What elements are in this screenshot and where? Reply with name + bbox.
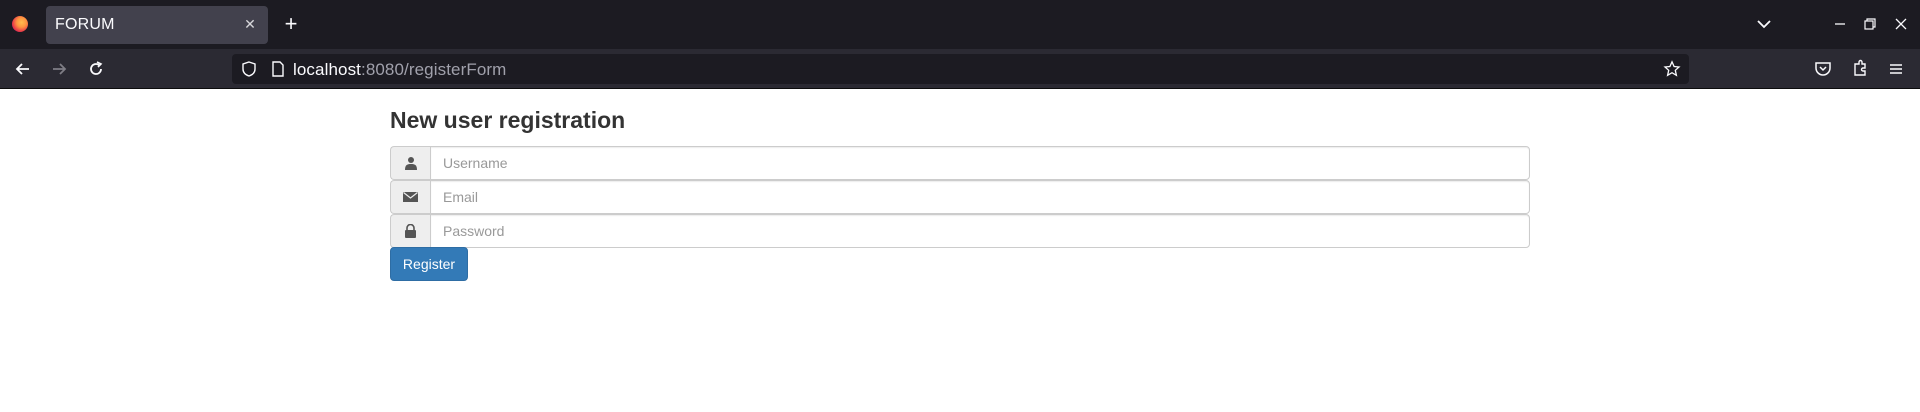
url-text[interactable]: localhost:8080/registerForm [293, 60, 506, 80]
window-close-icon[interactable] [1891, 14, 1911, 34]
restore-icon[interactable] [1860, 14, 1880, 34]
browser-tab-bar: FORUM ✕ + [0, 0, 1920, 49]
username-input[interactable] [430, 146, 1530, 180]
page-title: New user registration [390, 107, 626, 133]
chevron-down-icon[interactable] [1754, 14, 1774, 34]
url-path: :8080/registerForm [361, 60, 507, 79]
plus-icon[interactable]: + [280, 13, 302, 35]
tab-title: FORUM [55, 16, 115, 33]
menu-icon[interactable] [1885, 58, 1907, 80]
username-group [390, 146, 1530, 180]
bookmark-star-icon[interactable] [1663, 60, 1681, 78]
back-arrow-icon[interactable] [12, 58, 34, 80]
browser-nav-bar: localhost:8080/registerForm [0, 49, 1920, 89]
address-bar[interactable]: localhost:8080/registerForm [232, 54, 1689, 84]
page-icon[interactable] [269, 60, 287, 78]
close-icon[interactable]: ✕ [240, 14, 260, 34]
email-input[interactable] [430, 180, 1530, 214]
page-content: New user registration Register [0, 90, 1920, 412]
browser-tab[interactable]: FORUM ✕ [46, 6, 268, 44]
password-input[interactable] [430, 214, 1530, 248]
lock-icon [390, 214, 430, 248]
register-button[interactable]: Register [390, 247, 468, 281]
extensions-icon[interactable] [1849, 58, 1871, 80]
envelope-icon [390, 180, 430, 214]
pocket-icon[interactable] [1812, 58, 1834, 80]
password-group [390, 214, 1530, 248]
user-icon [390, 146, 430, 180]
minimize-icon[interactable] [1830, 14, 1850, 34]
url-host: localhost [293, 60, 361, 79]
reload-icon[interactable] [85, 58, 107, 80]
email-group [390, 180, 1530, 214]
firefox-logo-icon [12, 16, 28, 32]
shield-icon[interactable] [240, 60, 258, 78]
forward-arrow-icon[interactable] [48, 58, 70, 80]
